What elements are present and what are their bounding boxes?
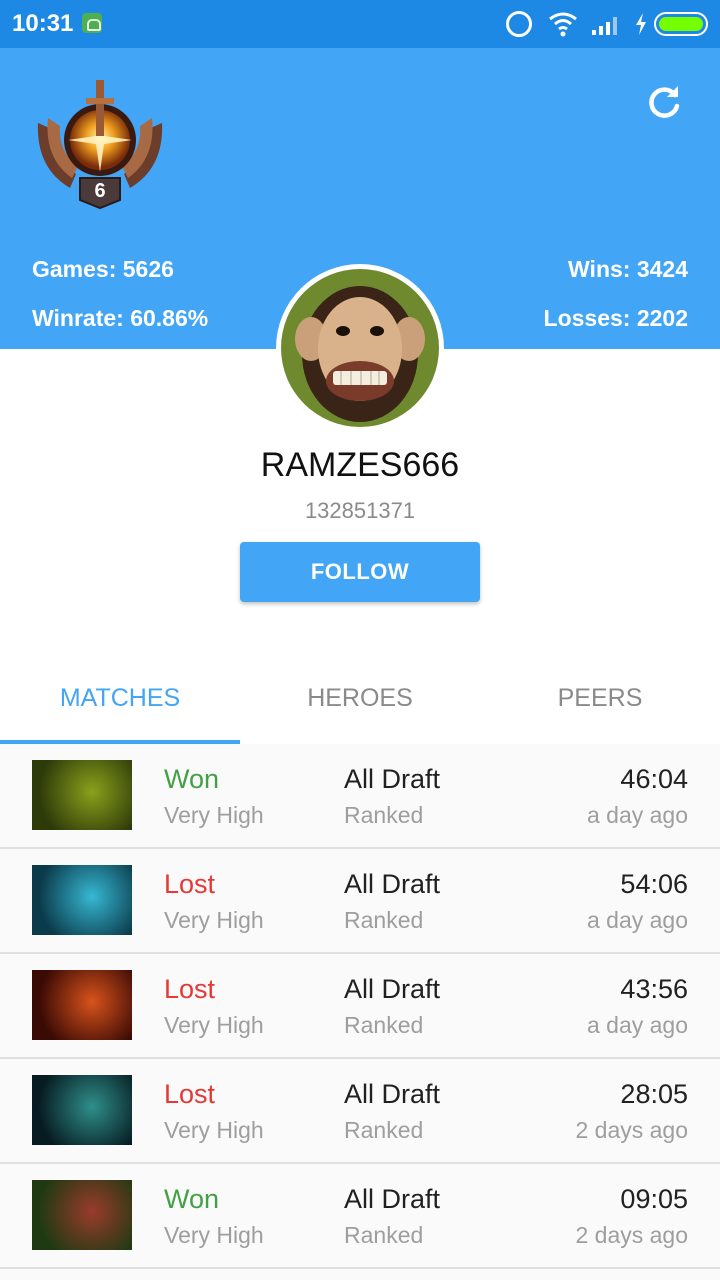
- signal-icon: [592, 17, 617, 35]
- match-skill: Very High: [164, 1012, 264, 1038]
- tab-bar: MATCHES HEROES PEERS: [0, 652, 720, 744]
- tab-peers[interactable]: PEERS: [480, 652, 720, 744]
- match-skill: Very High: [164, 907, 264, 933]
- losses-count: Losses: 2202: [543, 305, 688, 331]
- hero-portrait: [32, 1075, 132, 1145]
- match-list: Won Very High All Draft Ranked 46:04 a d…: [0, 744, 720, 1280]
- follow-button[interactable]: FOLLOW: [240, 542, 480, 602]
- wins-count: Wins: 3424: [568, 256, 688, 282]
- match-duration: 28:05: [620, 1079, 688, 1109]
- alarm-icon: [506, 11, 532, 37]
- match-lobby: Ranked: [344, 1012, 424, 1038]
- hero-portrait: [32, 760, 132, 830]
- match-mode: All Draft: [344, 1184, 441, 1214]
- match-lobby: Ranked: [344, 907, 424, 933]
- match-mode: All Draft: [344, 869, 441, 899]
- battery-icon: [654, 12, 708, 36]
- match-skill: Very High: [164, 802, 264, 828]
- status-bar: 10:31: [0, 0, 720, 48]
- match-row[interactable]: Won Very High All Draft Ranked 46:04 a d…: [0, 744, 720, 849]
- match-lobby: Ranked: [344, 802, 424, 828]
- games-count: Games: 5626: [32, 256, 174, 282]
- wifi-icon: [549, 12, 577, 37]
- match-row[interactable]: Lost Very High All Draft Ranked 43:56 a …: [0, 954, 720, 1059]
- match-skill: Very High: [164, 1117, 264, 1143]
- refresh-icon[interactable]: [644, 82, 684, 122]
- charge-icon: [636, 13, 646, 35]
- avatar[interactable]: [276, 264, 444, 432]
- match-result: Won: [164, 764, 220, 794]
- match-duration: 09:05: [620, 1184, 688, 1214]
- match-result: Won: [164, 1184, 220, 1214]
- match-row[interactable]: Lost Very High All Draft Ranked 28:05 2 …: [0, 1059, 720, 1164]
- match-time-ago: 2 days ago: [575, 1222, 688, 1248]
- tab-heroes[interactable]: HEROES: [240, 652, 480, 744]
- match-time-ago: a day ago: [586, 1012, 688, 1038]
- avatar-image: [281, 269, 439, 427]
- match-result: Lost: [164, 1079, 216, 1109]
- winrate: Winrate: 60.86%: [32, 305, 209, 331]
- match-skill: Very High: [164, 1222, 264, 1248]
- match-duration: 43:56: [620, 974, 688, 1004]
- match-row[interactable]: Won Very High All Draft Ranked 09:05 2 d…: [0, 1164, 720, 1269]
- match-lobby: Ranked: [344, 1222, 424, 1248]
- match-mode: All Draft: [344, 1079, 441, 1109]
- match-mode: All Draft: [344, 764, 441, 794]
- android-icon: [82, 13, 102, 33]
- username: RAMZES666: [260, 446, 460, 484]
- tab-matches[interactable]: MATCHES: [0, 652, 240, 744]
- match-duration: 46:04: [620, 764, 688, 794]
- status-time: 10:31: [12, 10, 74, 37]
- match-result: Lost: [164, 974, 216, 1004]
- match-mode: All Draft: [344, 974, 441, 1004]
- hero-portrait: [32, 865, 132, 935]
- hero-portrait: [32, 970, 132, 1040]
- match-time-ago: a day ago: [586, 802, 688, 828]
- rank-number: 6: [94, 180, 106, 202]
- match-duration: 54:06: [620, 869, 688, 899]
- hero-portrait: [32, 1180, 132, 1250]
- match-lobby: Ranked: [344, 1117, 424, 1143]
- match-time-ago: a day ago: [586, 907, 688, 933]
- match-time-ago: 2 days ago: [575, 1117, 688, 1143]
- account-id: 132851371: [304, 498, 416, 523]
- match-row[interactable]: Lost Very High All Draft Ranked 54:06 a …: [0, 849, 720, 954]
- match-result: Lost: [164, 869, 216, 899]
